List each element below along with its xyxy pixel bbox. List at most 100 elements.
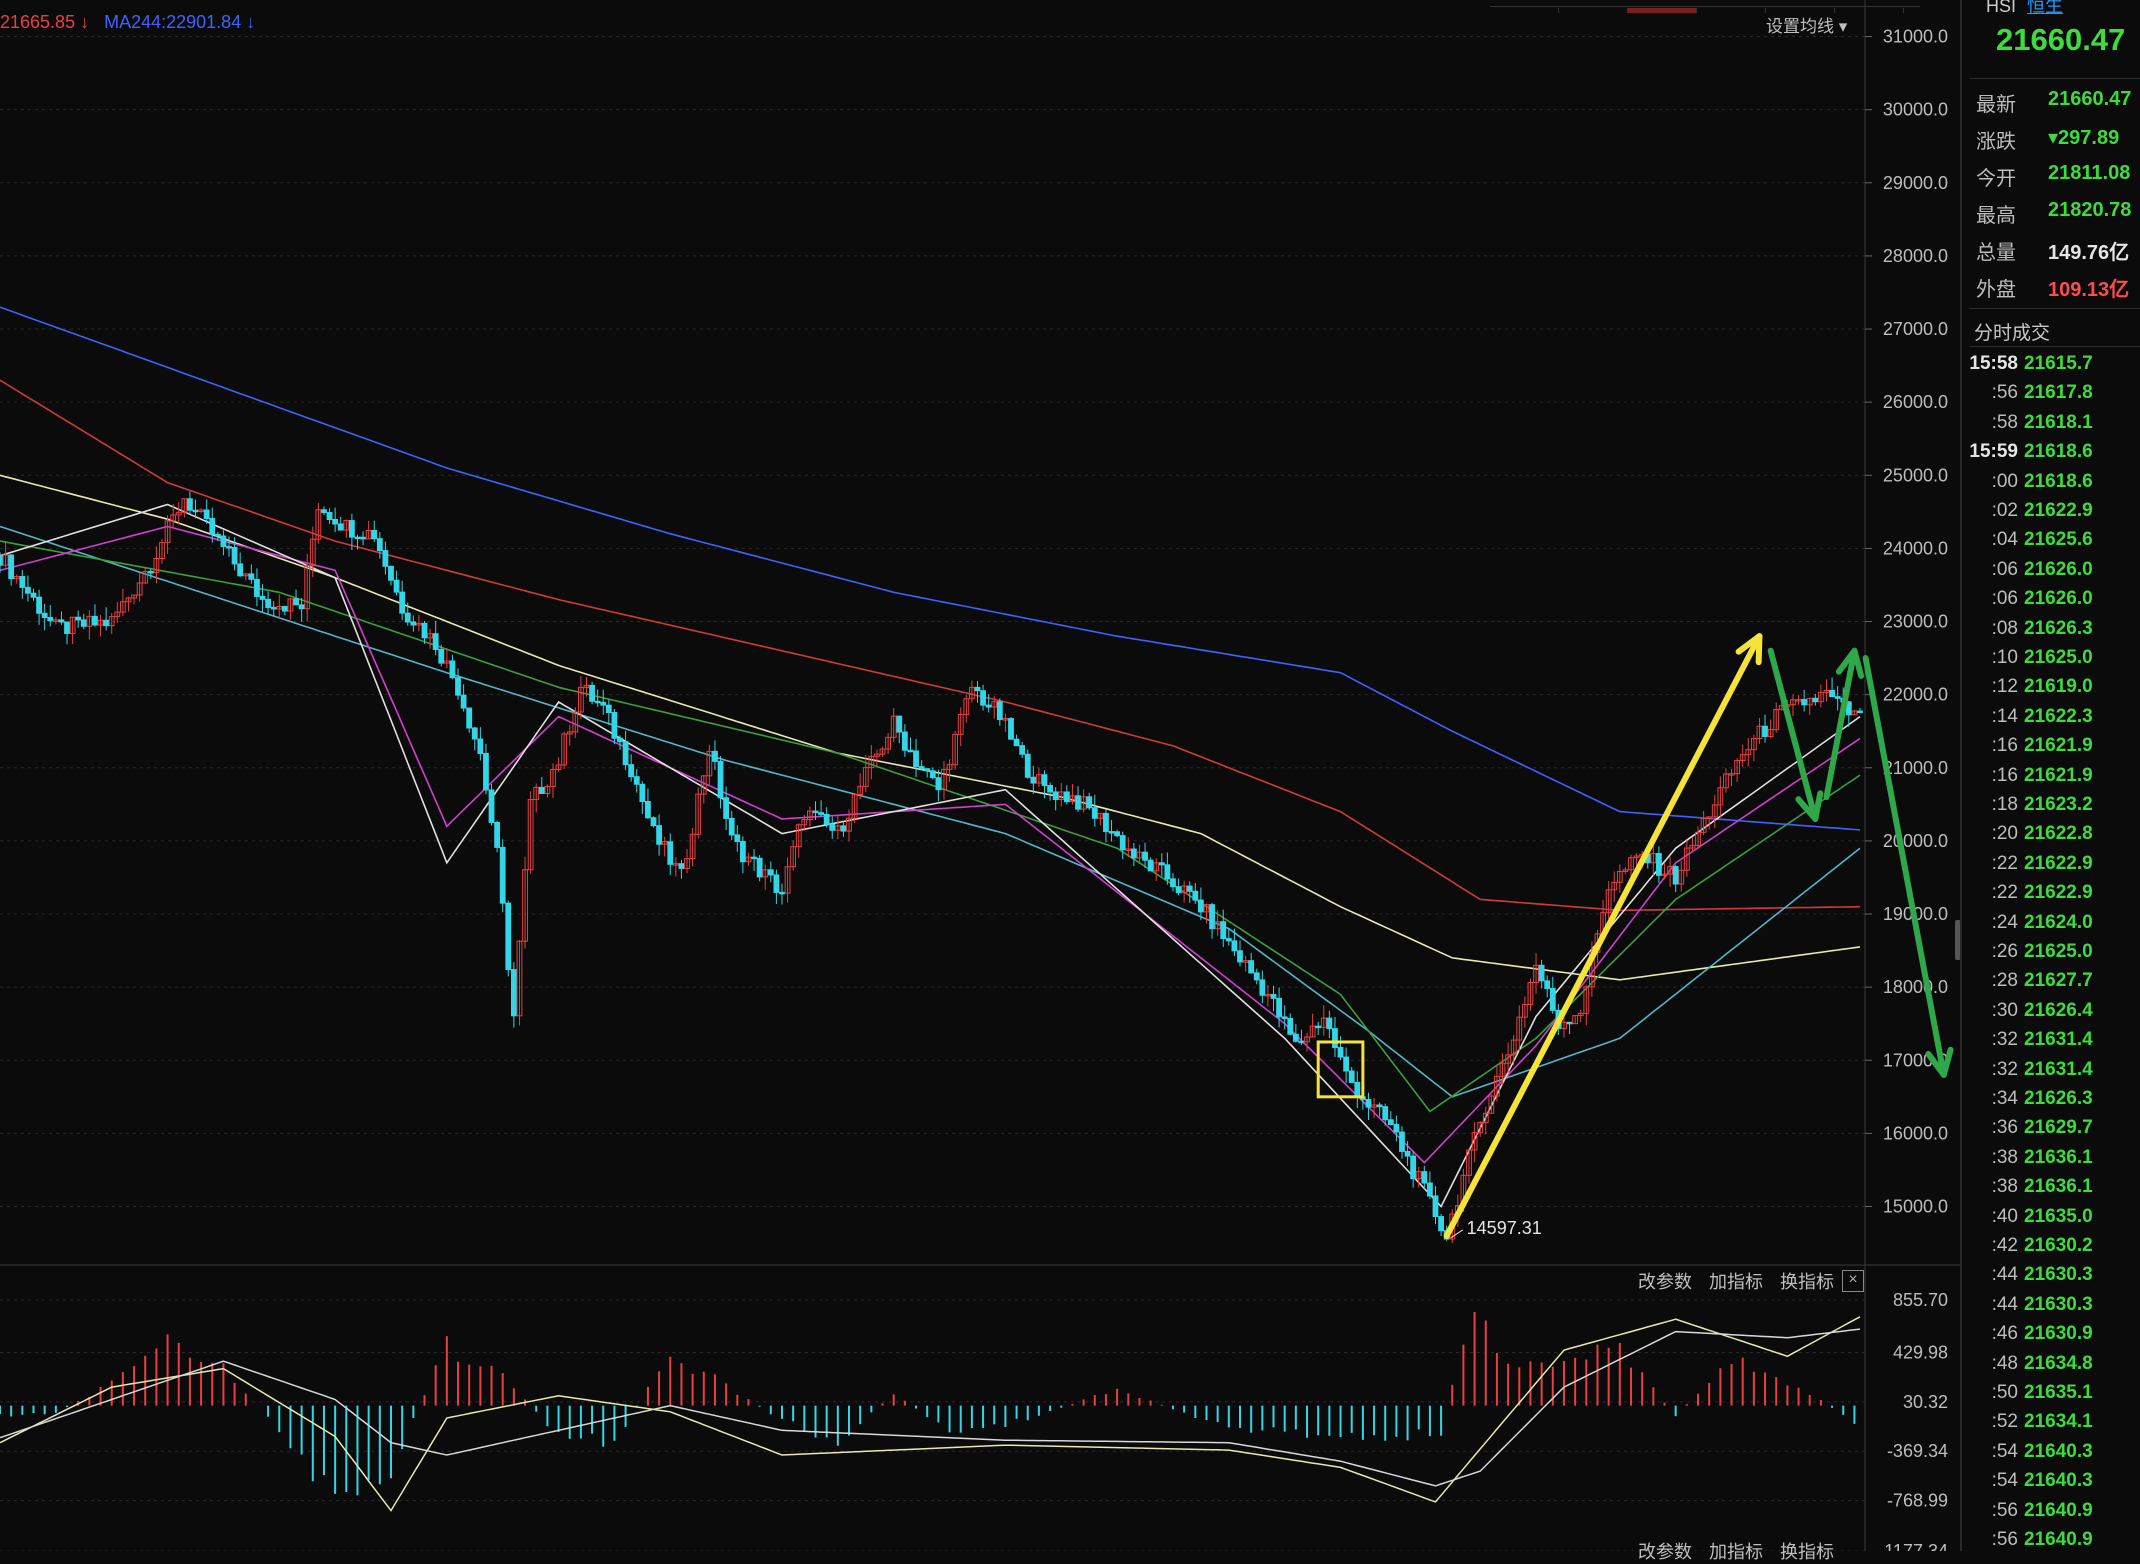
change-params-button[interactable]: 改参数 xyxy=(1638,1272,1692,1292)
ma-settings-button[interactable]: 设置均线 ▾ xyxy=(1766,12,1847,37)
candle-body xyxy=(1052,791,1059,801)
tick-row: :14 21622.3 xyxy=(1968,706,2140,735)
tick-row: :34 21626.3 xyxy=(1968,1088,2140,1117)
tick-row: :28 21627.7 xyxy=(1968,970,2140,999)
quote-row: 总量 149.76亿 xyxy=(1976,236,2140,266)
candle-body xyxy=(1354,1081,1361,1098)
candle-body xyxy=(985,704,992,708)
candle-body xyxy=(779,891,785,895)
swap-indicator-button-2[interactable]: 换指标 xyxy=(1780,1542,1834,1562)
tick-time: :46 xyxy=(1991,1323,2018,1345)
candle-body xyxy=(1158,862,1165,866)
candle-body xyxy=(823,813,830,825)
candle-body xyxy=(1298,1040,1305,1044)
candle-body xyxy=(281,605,288,612)
candle-body xyxy=(1292,1033,1299,1042)
ma-line xyxy=(0,379,1861,912)
candle-body xyxy=(645,801,651,819)
candle-body xyxy=(840,825,847,832)
candle-body xyxy=(103,619,110,627)
candle-body xyxy=(1857,710,1863,714)
candle-body xyxy=(1108,831,1115,834)
quote-value: 21660.47 xyxy=(2048,88,2132,110)
tick-row: :58 21618.1 xyxy=(1968,412,2140,441)
tick-time: :44 xyxy=(1991,1264,2018,1286)
candle-body xyxy=(1549,987,1556,1011)
tick-time: :40 xyxy=(1991,1205,2018,1227)
candle-body xyxy=(611,712,618,739)
y-tick-label: 25000.0 xyxy=(1883,465,1948,485)
period-tab[interactable] xyxy=(1490,8,1559,13)
period-tab[interactable] xyxy=(1835,8,1904,13)
candle-body xyxy=(376,538,383,552)
candle-body xyxy=(594,700,601,704)
candle-body xyxy=(1337,1047,1344,1058)
tick-time: :56 xyxy=(1991,1529,2018,1550)
tick-row: :38 21636.1 xyxy=(1968,1147,2140,1176)
add-indicator-button-2[interactable]: 加指标 xyxy=(1709,1542,1763,1562)
period-tabs[interactable] xyxy=(1490,0,1920,13)
period-tab[interactable] xyxy=(1559,8,1628,13)
candle-body xyxy=(19,576,26,588)
candle-body xyxy=(617,737,623,743)
candle-body xyxy=(293,598,299,606)
tick-price: 21640.3 xyxy=(2024,1470,2093,1492)
quote-label: 外盘 xyxy=(1976,279,2016,301)
candle-body xyxy=(220,535,227,548)
candle-body xyxy=(667,841,674,865)
tick-time: :16 xyxy=(1991,735,2018,757)
candle-body xyxy=(929,770,936,779)
candle-body xyxy=(1287,1018,1294,1035)
symbol-link[interactable]: 恒生 xyxy=(2027,0,2063,16)
tick-price: 21626.0 xyxy=(2024,588,2093,610)
candle-body xyxy=(209,517,216,535)
tick-row: :56 21640.9 xyxy=(1968,1529,2140,1558)
kline-chart-area[interactable]: 15000.016000.017000.018000.019000.020000… xyxy=(0,0,1960,1562)
candle-body xyxy=(41,612,48,618)
candle-body xyxy=(1315,1025,1322,1029)
tick-time: :34 xyxy=(1991,1088,2018,1109)
period-tab[interactable] xyxy=(1697,8,1766,13)
tick-time: 15:59 xyxy=(1969,441,2018,463)
candle-body xyxy=(360,536,366,540)
tick-price: 21626.0 xyxy=(2024,558,2093,580)
candle-body xyxy=(421,622,428,639)
y-tick-label: -369.34 xyxy=(1887,1441,1948,1461)
y-tick-label: -768.99 xyxy=(1887,1491,1948,1511)
swap-indicator-button[interactable]: 换指标 xyxy=(1780,1272,1834,1292)
quote-value: 21811.08 xyxy=(2048,162,2131,184)
tick-row: :22 21622.9 xyxy=(1968,853,2140,882)
tick-row: :32 21631.4 xyxy=(1968,1029,2140,1058)
tick-time: :26 xyxy=(1991,941,2018,962)
tick-price: 21634.1 xyxy=(2024,1411,2093,1433)
quote-label: 今开 xyxy=(1976,168,2016,190)
tick-time: :04 xyxy=(1991,529,2018,551)
ma-line xyxy=(0,525,1861,1164)
tick-price: 21625.6 xyxy=(2024,529,2093,551)
period-tab-active[interactable] xyxy=(1628,8,1697,13)
tick-row: :16 21621.9 xyxy=(1968,735,2140,764)
add-indicator-button[interactable]: 加指标 xyxy=(1709,1272,1763,1292)
tick-price: 21621.9 xyxy=(2024,764,2093,786)
tick-row: 15:59 21618.6 xyxy=(1968,441,2140,470)
tick-price: 21626.3 xyxy=(2024,1088,2093,1109)
tick-row: :00 21618.6 xyxy=(1968,471,2140,500)
candle-body xyxy=(466,707,473,729)
candle-body xyxy=(1170,878,1176,888)
close-indicator-button[interactable]: × xyxy=(1842,1270,1864,1292)
candle-body xyxy=(8,554,15,580)
candle-body xyxy=(600,701,607,706)
candle-body xyxy=(712,750,718,762)
change-params-button-2[interactable]: 改参数 xyxy=(1638,1542,1692,1562)
tick-price: 21630.3 xyxy=(2024,1293,2093,1315)
candle-body xyxy=(298,604,305,610)
tick-price: 21622.9 xyxy=(2024,500,2093,521)
y-tick-label: 23000.0 xyxy=(1883,612,1948,632)
candle-body xyxy=(1047,784,1053,793)
chart-canvas[interactable]: 15000.016000.017000.018000.019000.020000… xyxy=(0,0,1960,1551)
quote-value: 109.13亿 xyxy=(2048,279,2130,301)
candle-body xyxy=(1427,1182,1433,1197)
candle-body xyxy=(633,776,640,785)
candle-body xyxy=(1538,964,1545,982)
period-tab[interactable] xyxy=(1766,8,1835,13)
